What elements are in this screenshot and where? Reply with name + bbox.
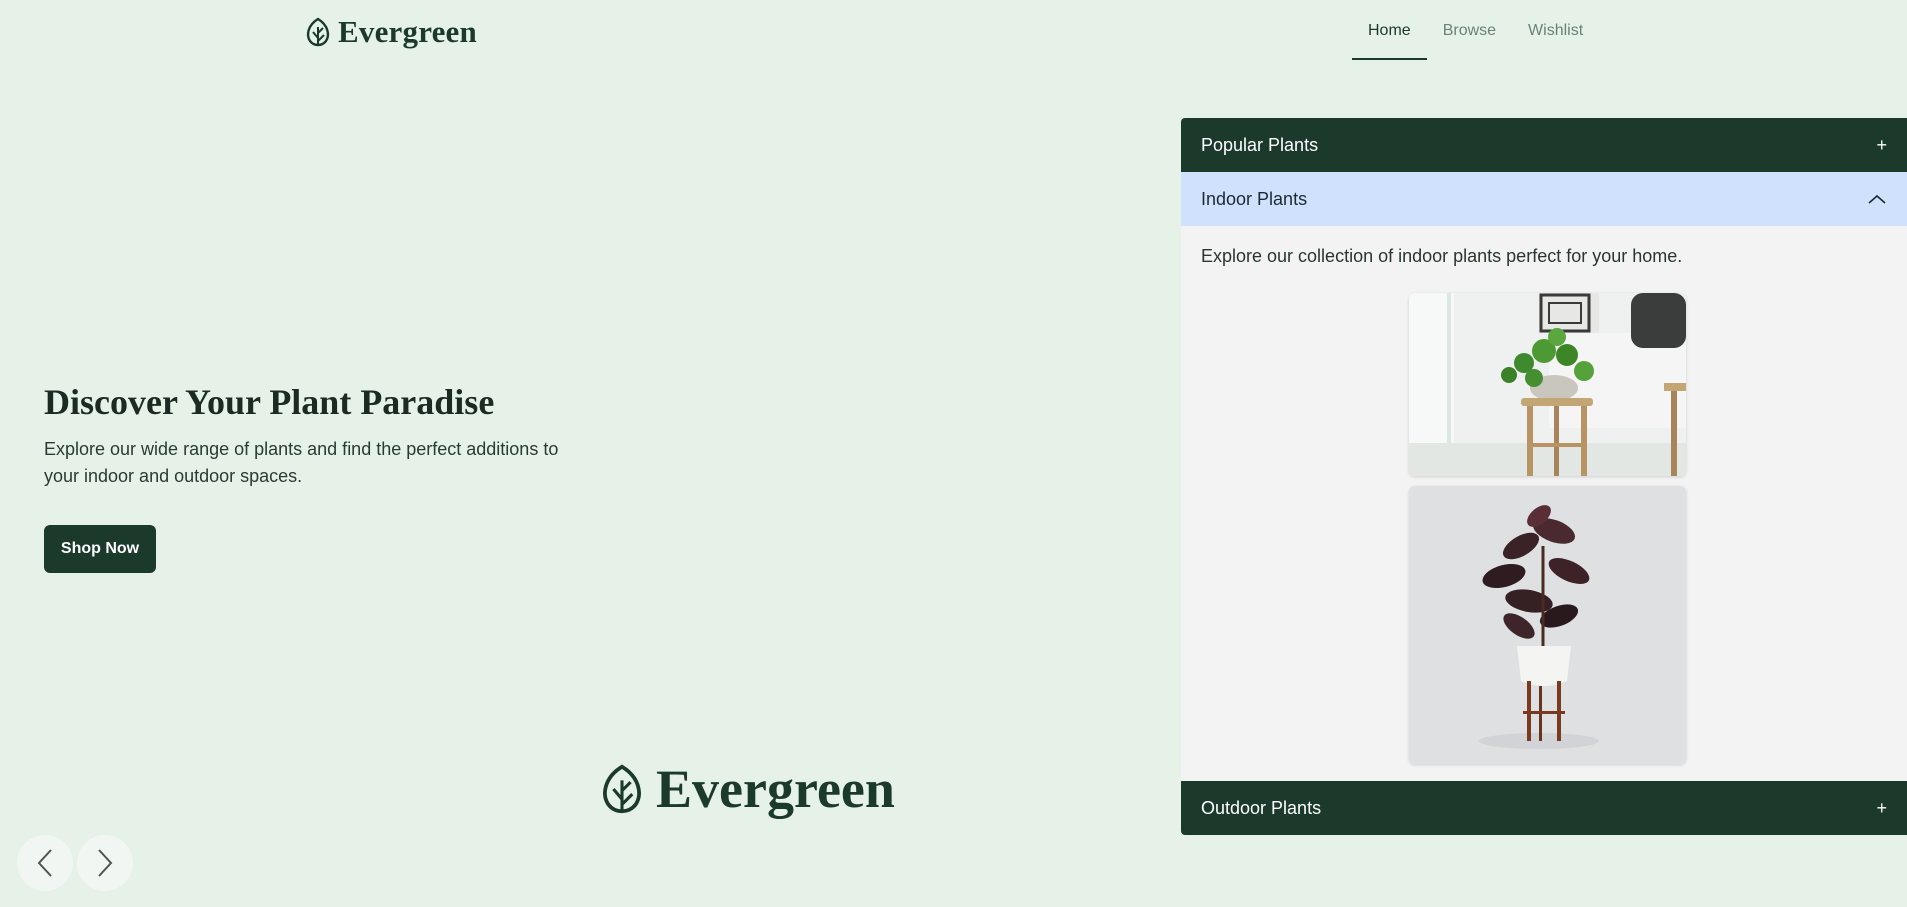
hero-section: Discover Your Plant Paradise Explore our… [44,380,564,490]
accordion-title: Outdoor Plants [1201,797,1322,818]
main-nav: Home Browse Wishlist [1352,0,1599,60]
accordion-header-indoor-plants[interactable]: Indoor Plants [1181,172,1907,226]
nav-browse[interactable]: Browse [1427,0,1512,60]
carousel-next-button[interactable] [77,835,133,891]
plus-icon: + [1876,797,1887,818]
nav-wishlist[interactable]: Wishlist [1512,0,1599,60]
chevron-left-icon [37,849,52,877]
accordion-title: Popular Plants [1201,134,1319,155]
chevron-right-icon [98,849,113,877]
hero-title: Discover Your Plant Paradise [44,382,495,422]
header-logo[interactable]: Evergreen [304,14,477,50]
accordion-header-outdoor-plants[interactable]: Outdoor Plants + [1181,781,1907,835]
leaf-logo-icon [306,17,330,47]
nav-home[interactable]: Home [1352,0,1427,60]
accordion-body-indoor-plants: Explore our collection of indoor plants … [1181,226,1907,781]
leaf-logo-icon [603,764,641,814]
page: Evergreen Home Browse Wishlist Discover … [0,0,1907,907]
shop-now-button[interactable]: Shop Now [44,525,156,573]
accordion-body-text: Explore our collection of indoor plants … [1201,246,1683,266]
plant-image-rubber-plant [1409,486,1686,764]
plant-image-pilea [1409,293,1686,476]
plants-accordion: Popular Plants + Indoor Plants Explore o… [1181,118,1907,835]
plus-icon: + [1876,134,1887,155]
hero-logo: Evergreen [598,758,895,820]
accordion-header-popular-plants[interactable]: Popular Plants + [1181,118,1907,172]
hero-description: Explore our wide range of plants and fin… [44,439,559,486]
brand-name: Evergreen [338,14,477,49]
chevron-up-icon [1868,194,1886,204]
hero-logo-text: Evergreen [656,759,895,819]
carousel-prev-button[interactable] [17,835,73,891]
accordion-title: Indoor Plants [1201,188,1308,209]
